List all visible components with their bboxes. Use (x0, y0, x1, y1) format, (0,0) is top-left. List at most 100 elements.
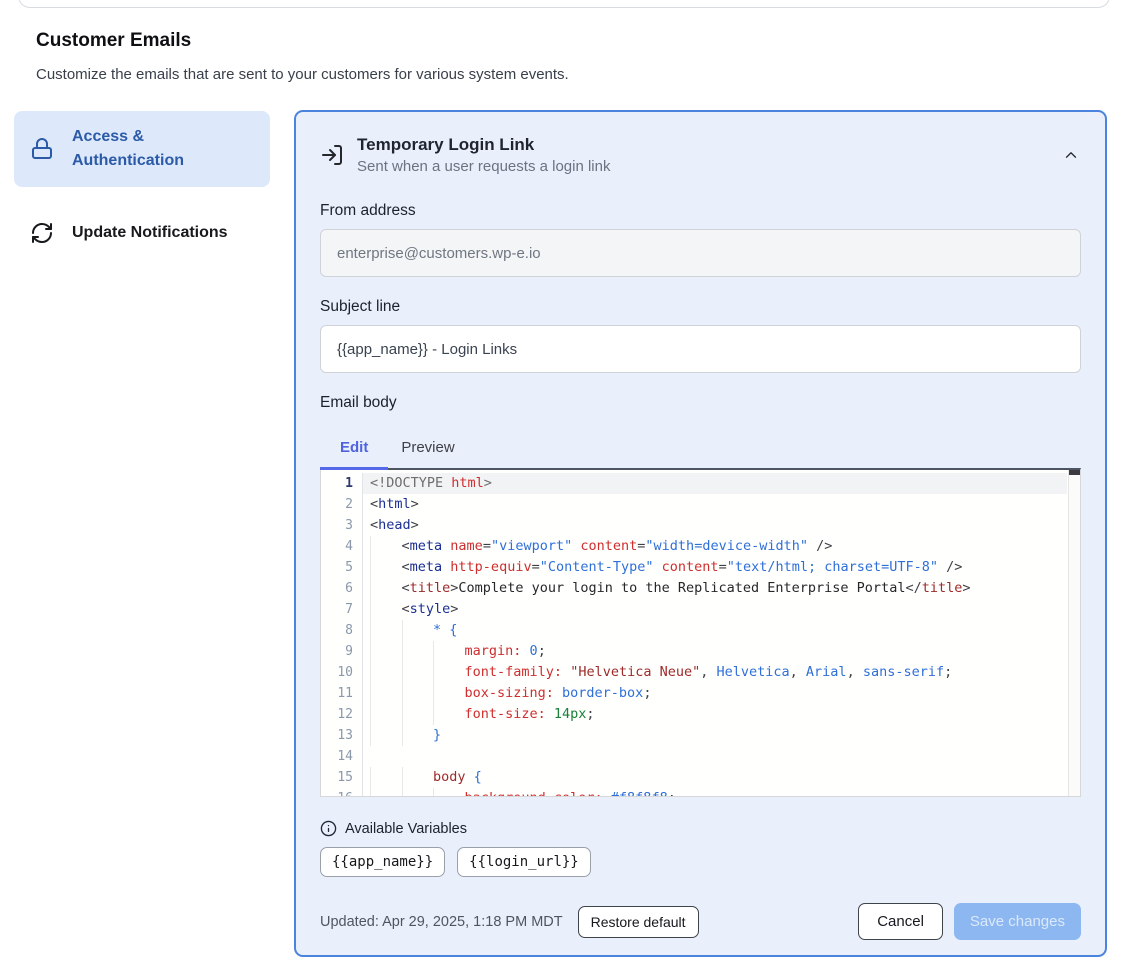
code-editor[interactable]: 1<!DOCTYPE html>2<html>3<head>4<meta nam… (320, 468, 1081, 797)
indent-guide (433, 704, 465, 725)
indent-guide (370, 599, 402, 620)
line-content: <meta http-equiv="Content-Type" content=… (363, 557, 1067, 578)
indent-guide (402, 767, 434, 788)
line-number: 3 (321, 515, 363, 536)
line-number: 7 (321, 599, 363, 620)
code-line[interactable]: 2<html> (321, 494, 1067, 515)
line-content: <head> (363, 515, 1067, 536)
line-number: 14 (321, 746, 363, 767)
line-content: <html> (363, 494, 1067, 515)
indent-guide (370, 578, 402, 599)
indent-guide (370, 683, 402, 704)
line-number: 8 (321, 620, 363, 641)
line-content: margin: 0; (363, 641, 1067, 662)
info-icon (320, 820, 337, 837)
indent-guide (433, 662, 465, 683)
tab-edit[interactable]: Edit (320, 429, 388, 470)
line-number: 15 (321, 767, 363, 788)
code-line[interactable]: 6<title>Complete your login to the Repli… (321, 578, 1067, 599)
subject-line-input[interactable] (320, 325, 1081, 373)
editor-scrollbar-thumb[interactable] (1069, 470, 1080, 475)
available-variables-row: Available Variables (320, 820, 1081, 837)
from-address-input[interactable] (320, 229, 1081, 277)
editor-scrollbar[interactable] (1068, 470, 1080, 796)
updated-timestamp: Updated: Apr 29, 2025, 1:18 PM MDT (320, 914, 563, 930)
panel-subtitle: Sent when a user requests a login link (357, 158, 610, 175)
restore-default-button[interactable]: Restore default (578, 906, 699, 938)
panel-footer: Updated: Apr 29, 2025, 1:18 PM MDT Resto… (320, 903, 1081, 940)
line-content: <title>Complete your login to the Replic… (363, 578, 1067, 599)
line-content: } (363, 725, 1067, 746)
code-line[interactable]: 9margin: 0; (321, 641, 1067, 662)
available-variables-label: Available Variables (345, 821, 467, 837)
code-line[interactable]: 3<head> (321, 515, 1067, 536)
line-number: 4 (321, 536, 363, 557)
lock-icon (30, 137, 54, 161)
line-content: <style> (363, 599, 1067, 620)
sidebar-item-access-authentication[interactable]: Access & Authentication (14, 111, 270, 187)
line-number: 9 (321, 641, 363, 662)
refresh-icon (30, 221, 54, 245)
code-line[interactable]: 12font-size: 14px; (321, 704, 1067, 725)
line-content: box-sizing: border-box; (363, 683, 1067, 704)
indent-guide (433, 788, 465, 797)
line-content: <!DOCTYPE html> (363, 473, 1067, 494)
indent-guide (402, 662, 434, 683)
cancel-button[interactable]: Cancel (858, 903, 943, 940)
indent-guide (402, 620, 434, 641)
indent-guide (402, 683, 434, 704)
indent-guide (433, 683, 465, 704)
previous-card-edge (18, 0, 1110, 8)
line-content: font-size: 14px; (363, 704, 1067, 725)
code-line[interactable]: 15body { (321, 767, 1067, 788)
indent-guide (402, 704, 434, 725)
indent-guide (402, 788, 434, 797)
variable-chips: {{app_name}} {{login_url}} (320, 847, 1081, 877)
panel-header-text: Temporary Login Link Sent when a user re… (357, 135, 610, 175)
indent-guide (370, 788, 402, 797)
code-line[interactable]: 4<meta name="viewport" content="width=de… (321, 536, 1067, 557)
variable-chip[interactable]: {{login_url}} (457, 847, 591, 877)
sidebar: Access & Authentication Update Notificati… (14, 111, 270, 259)
code-line[interactable]: 11box-sizing: border-box; (321, 683, 1067, 704)
from-address-group: From address (320, 202, 1081, 277)
code-lines: 1<!DOCTYPE html>2<html>3<head>4<meta nam… (321, 470, 1080, 797)
indent-guide (370, 641, 402, 662)
indent-guide (370, 536, 402, 557)
code-line[interactable]: 16background-color: #f8f8f8; (321, 788, 1067, 797)
line-number: 6 (321, 578, 363, 599)
line-number: 2 (321, 494, 363, 515)
panel-header: Temporary Login Link Sent when a user re… (320, 135, 1081, 175)
sidebar-item-update-notifications[interactable]: Update Notifications (14, 207, 270, 259)
subject-line-group: Subject line (320, 298, 1081, 373)
code-line[interactable]: 1<!DOCTYPE html> (321, 473, 1067, 494)
code-line[interactable]: 14 (321, 746, 1067, 767)
code-line[interactable]: 5<meta http-equiv="Content-Type" content… (321, 557, 1067, 578)
line-content (363, 746, 1067, 767)
line-number: 16 (321, 788, 363, 797)
page-subtitle: Customize the emails that are sent to yo… (36, 66, 569, 83)
login-icon (320, 143, 344, 167)
sidebar-item-label: Update Notifications (72, 221, 228, 245)
line-number: 10 (321, 662, 363, 683)
code-line[interactable]: 7<style> (321, 599, 1067, 620)
variable-chip[interactable]: {{app_name}} (320, 847, 445, 877)
email-settings-panel: Temporary Login Link Sent when a user re… (294, 110, 1107, 957)
code-line[interactable]: 8* { (321, 620, 1067, 641)
chevron-up-icon[interactable] (1061, 145, 1081, 165)
indent-guide (370, 725, 402, 746)
line-number: 12 (321, 704, 363, 725)
line-content: font-family: "Helvetica Neue", Helvetica… (363, 662, 1067, 683)
sidebar-item-label: Access & Authentication (72, 125, 254, 173)
indent-guide (402, 641, 434, 662)
code-line[interactable]: 13} (321, 725, 1067, 746)
line-content: * { (363, 620, 1067, 641)
code-line[interactable]: 10font-family: "Helvetica Neue", Helveti… (321, 662, 1067, 683)
indent-guide (370, 767, 402, 788)
save-changes-button[interactable]: Save changes (954, 903, 1081, 940)
line-number: 13 (321, 725, 363, 746)
email-body-label: Email body (320, 394, 1081, 412)
panel-title: Temporary Login Link (357, 135, 610, 155)
tab-preview[interactable]: Preview (388, 429, 467, 468)
line-number: 1 (321, 473, 363, 494)
